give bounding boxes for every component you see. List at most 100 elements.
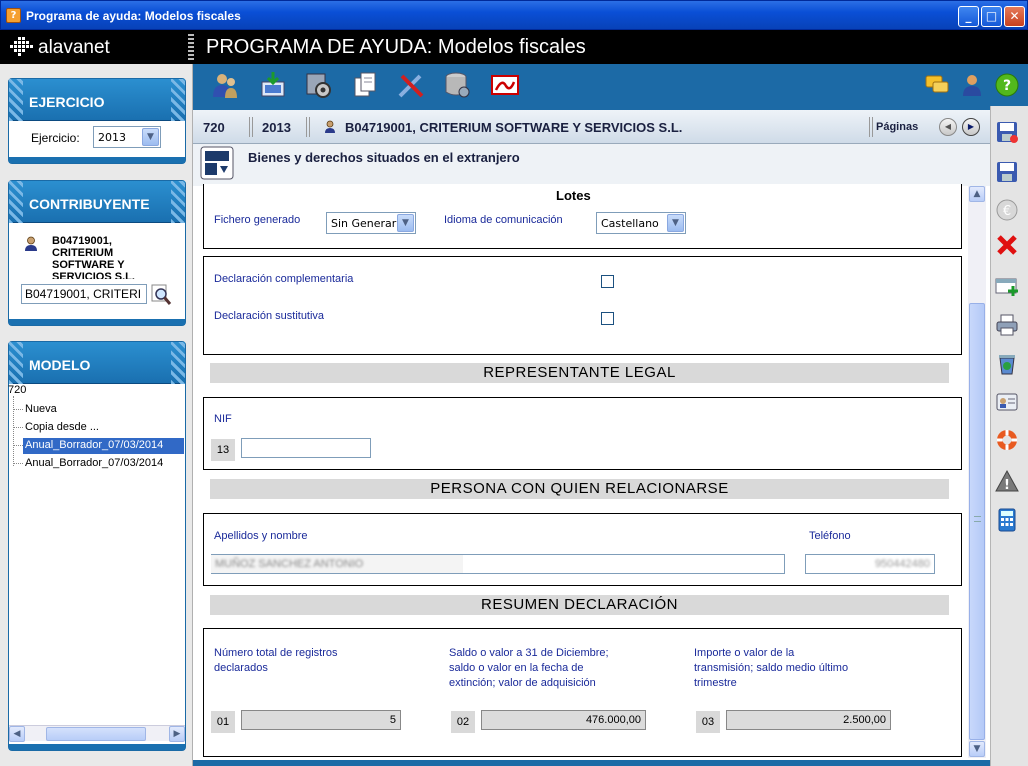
panel-splitter[interactable] [188,34,194,62]
settings-icon[interactable] [303,70,333,100]
paginas-label: Páginas [876,121,919,133]
persona-heading: PERSONA CON QUIEN RELACIONARSE [210,479,949,499]
warning-icon[interactable]: ! [995,469,1019,493]
tree-item-borrador[interactable]: Anual_Borrador_07/03/2014 [25,457,163,469]
nombre-value-display: MUÑOZ SANCHEZ ANTONIO [215,558,364,570]
tree-item-borrador-selected[interactable]: Anual_Borrador_07/03/2014 [23,438,184,454]
lotes-heading: Lotes [556,188,591,203]
tree-item-copia[interactable]: Copia desde ... [25,421,99,433]
logo-text: alavanet [38,37,110,58]
nombre-label: Apellidos y nombre [214,530,308,542]
fichero-value: Sin Generar [331,217,397,230]
delete-icon[interactable] [995,233,1019,257]
close-button[interactable]: ✕ [1004,6,1025,27]
search-icon[interactable] [150,284,172,306]
representante-heading: REPRESENTANTE LEGAL [210,363,949,383]
scroll-down-icon[interactable]: ▼ [969,741,985,757]
scroll-up-icon[interactable]: ▲ [969,186,985,202]
ejercicio-label: Ejercicio: [31,131,80,145]
save-as-icon[interactable] [995,120,1019,144]
contribuyente-user-icon [324,120,336,134]
alavanet-logo-icon [8,36,34,58]
tree-item-nueva[interactable]: Nueva [25,403,57,415]
importe-label: Importe o valor de la transmisión; saldo… [694,647,849,689]
prev-page-icon[interactable]: ◀ [939,118,957,136]
vscroll-thumb[interactable] [969,303,985,740]
form-icon [200,146,234,180]
contribuyente-search-input[interactable]: B04719001, CRITERI [21,284,147,304]
contributors-icon[interactable] [210,70,240,100]
support-user-icon[interactable] [959,72,985,98]
complementaria-checkbox[interactable] [601,275,614,288]
saldo-label: Saldo o valor a 31 de Diciembre; saldo o… [449,647,609,689]
help-icon[interactable]: ? [994,72,1020,98]
user-icon [24,236,38,252]
persona-box [203,513,962,586]
minimize-button[interactable]: _ [958,6,979,27]
ejercicio-heading: EJERCICIO [9,79,185,121]
svg-text:!: ! [1004,478,1010,493]
chevron-down-icon[interactable]: ▼ [667,214,684,232]
window-title-bar[interactable]: ? Programa de ayuda: Modelos fiscales _ … [0,0,1028,30]
contribuyente-name: B04719001, CRITERIUM SOFTWARE Y SERVICIO… [52,235,135,279]
copy-icon[interactable] [350,70,380,100]
svg-text:?: ? [1003,78,1011,94]
svg-text:€: € [1003,204,1011,219]
fichero-select[interactable]: Sin Generar ▼ [326,212,416,234]
saldo-input[interactable]: 476.000,00 [481,710,646,730]
registros-field-number: 01 [211,711,235,733]
registros-label: Número total de registros declarados [214,647,338,674]
save-icon[interactable] [995,160,1019,184]
chevron-down-icon[interactable]: ▼ [142,128,159,146]
ejercicio-select[interactable]: 2013 ▼ [93,126,161,148]
importe-input[interactable]: 2.500,00 [726,710,891,730]
contact-card-icon[interactable] [995,390,1019,414]
import-icon[interactable] [258,70,288,100]
modelo-heading: MODELO [9,342,185,384]
tree-hscrollbar[interactable]: ◀ ▶ [9,725,185,742]
chevron-down-icon[interactable]: ▼ [397,214,414,232]
app-icon: ? [6,8,21,23]
pdf-icon[interactable] [490,70,520,100]
resumen-heading: RESUMEN DECLARACIÓN [210,595,949,615]
lifebuoy-icon[interactable] [995,428,1019,452]
window-title: Programa de ayuda: Modelos fiscales [26,9,241,23]
scroll-thumb[interactable] [46,727,146,741]
declaracion-box [203,256,962,355]
telefono-input[interactable]: 950442480 [805,554,935,574]
sustitutiva-label: Declaración sustitutiva [214,310,325,322]
euro-icon[interactable]: € [995,198,1019,222]
doc-contribuyente: B04719001, CRITERIUM SOFTWARE Y SERVICIO… [345,120,683,135]
section-title: Bienes y derechos situados en el extranj… [248,150,520,165]
idioma-select[interactable]: Castellano ▼ [596,212,686,234]
ejercicio-value: 2013 [98,131,126,144]
maximize-button[interactable]: □ [981,6,1002,27]
add-row-icon[interactable] [995,274,1019,298]
print-icon[interactable] [995,313,1019,337]
next-page-icon[interactable]: ▶ [962,118,980,136]
importe-field-number: 03 [696,711,720,733]
tree-root[interactable]: 720 [8,384,26,396]
registros-input[interactable]: 5 [241,710,401,730]
page-title: PROGRAMA DE AYUDA: Modelos fiscales [206,36,586,58]
sustitutiva-checkbox[interactable] [601,312,614,325]
idioma-label: Idioma de comunicación [444,214,563,226]
saldo-field-number: 02 [451,711,475,733]
recycle-icon[interactable] [995,352,1019,376]
chat-icon[interactable] [924,72,950,98]
nif-input[interactable] [241,438,371,458]
doc-modelo: 720 [203,120,225,135]
telefono-label: Teléfono [809,530,851,542]
tools-icon[interactable] [396,70,426,100]
complementaria-label: Declaración complementaria [214,273,354,285]
nif-field-number: 13 [211,439,235,461]
representante-box [203,397,962,470]
scroll-left-icon[interactable]: ◀ [9,726,25,742]
scroll-right-icon[interactable]: ▶ [169,726,185,742]
doc-ejercicio: 2013 [262,120,291,135]
nif-label: NIF [214,413,232,425]
database-icon[interactable] [442,70,472,100]
calculator-icon[interactable] [995,508,1019,532]
ejercicio-card: EJERCICIO [8,78,186,164]
idioma-value: Castellano [601,217,659,230]
